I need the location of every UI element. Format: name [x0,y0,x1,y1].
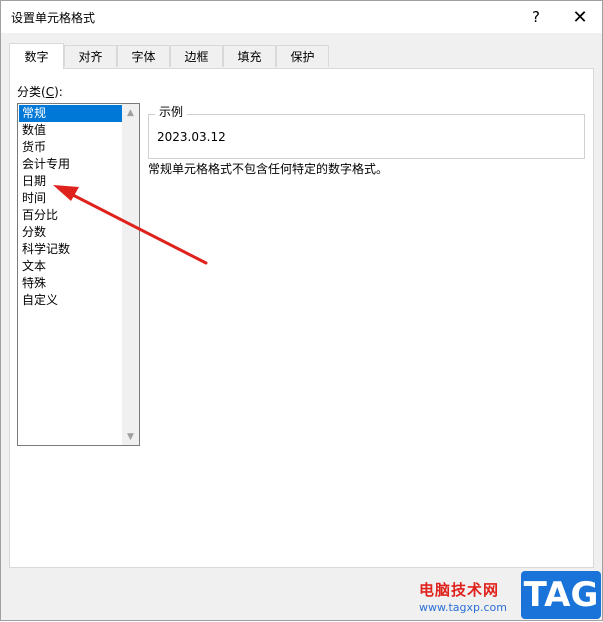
watermark-url: www.tagxp.com [419,601,507,614]
watermark-site-name: 电脑技术网 [419,581,500,599]
annotation-arrow-icon [53,185,208,265]
format-cells-dialog: 设置单元格格式 ? ✕ 数字 对齐 字体 边框 填充 保护 分类(C): 常规 … [0,0,603,621]
tab-number[interactable]: 数字 [9,43,64,69]
tag-logo: TAG [521,571,601,619]
